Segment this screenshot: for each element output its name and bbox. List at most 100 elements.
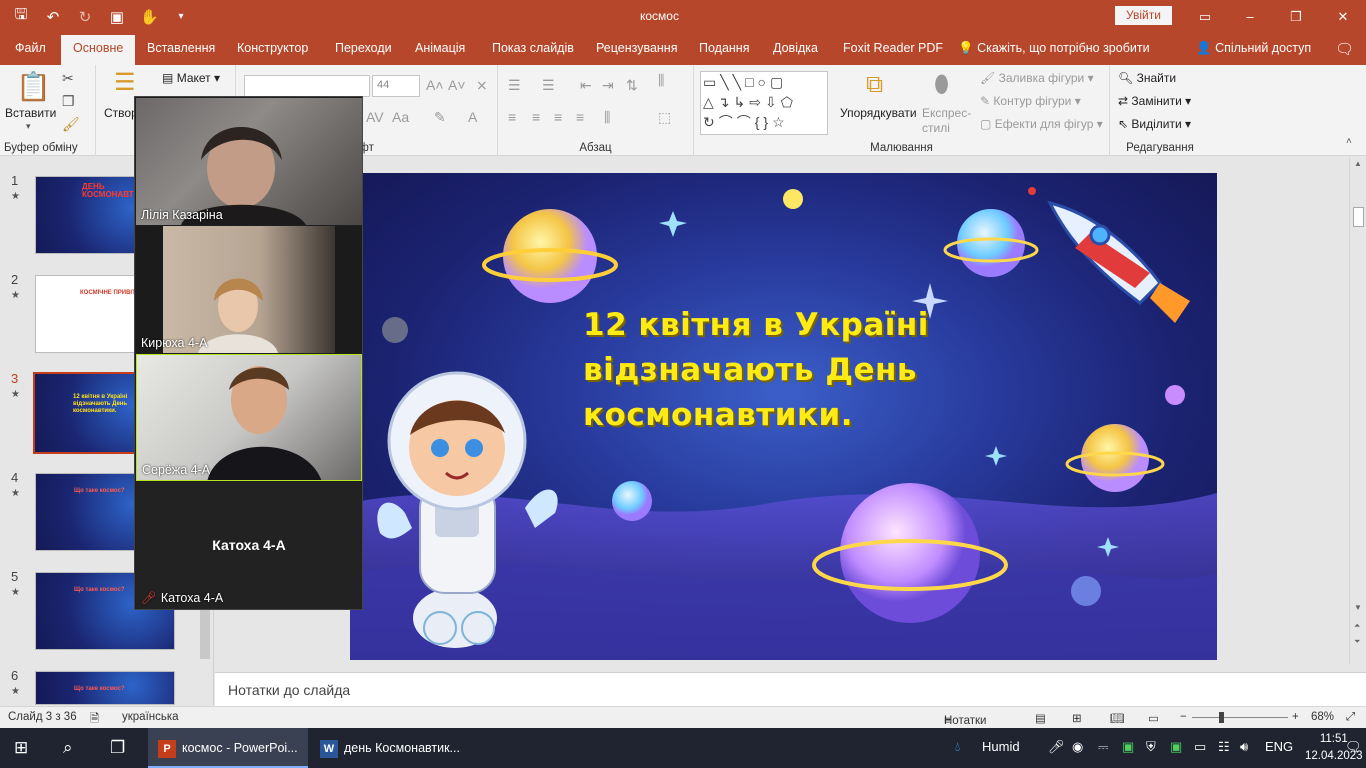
- columns-split-icon[interactable]: ⫼: [604, 110, 610, 124]
- search-icon[interactable]: ⌕: [63, 738, 73, 758]
- line-spacing-icon[interactable]: ⇅: [626, 78, 638, 92]
- windows-start-icon[interactable]: ⊞: [14, 738, 28, 758]
- paste-icon[interactable]: 📋: [16, 73, 51, 101]
- usb-icon[interactable]: ⎓: [1098, 739, 1108, 755]
- collapse-ribbon-icon[interactable]: ˄: [1346, 137, 1352, 147]
- shape-fill-button[interactable]: 🖌 Заливка фігури ▾: [980, 71, 1094, 85]
- format-painter-icon[interactable]: 🖌: [62, 117, 80, 131]
- touch-mode-icon[interactable]: ✋: [140, 8, 159, 26]
- new-slide-button[interactable]: Створити слайд: [104, 106, 138, 120]
- video-tile[interactable]: Кирюха 4-А: [136, 226, 362, 353]
- columns-icon[interactable]: ⫼: [658, 73, 664, 87]
- video-tile-camera-off[interactable]: Катоха 4-А 🎤︎ Катоха 4-А: [136, 482, 362, 609]
- notifications-icon[interactable]: 🗨: [1345, 739, 1362, 755]
- taskbar-app-word[interactable]: Wдень Космонавтик...: [310, 728, 470, 768]
- tab-review[interactable]: Рецензування: [596, 41, 677, 55]
- cut-icon[interactable]: ✂: [62, 71, 74, 85]
- quick-styles-button[interactable]: Експрес-стилі: [922, 106, 974, 136]
- previous-slide-icon[interactable]: ⏶: [1354, 621, 1360, 631]
- decrease-indent-icon[interactable]: ⇤: [580, 78, 592, 92]
- network-icon[interactable]: ☷: [1218, 739, 1230, 755]
- editor-scrollbar[interactable]: ▲ ▼ ⏶ ⏷: [1349, 157, 1366, 664]
- zoom-level[interactable]: 68%: [1311, 711, 1334, 723]
- zoom-in-icon[interactable]: +: [1292, 711, 1299, 723]
- security-icon[interactable]: ⛨: [1146, 739, 1156, 755]
- shapes-gallery[interactable]: ▭╲╲□○▢ △↴↳⇨⇩⬠ ↻⌒⌒{}☆: [700, 71, 828, 135]
- highlight-icon[interactable]: ✎: [434, 110, 446, 124]
- align-left-icon[interactable]: ≡: [508, 110, 516, 124]
- quick-styles-icon[interactable]: ⬮: [934, 73, 949, 97]
- notes-pane[interactable]: Нотатки до слайда: [215, 672, 1366, 706]
- tab-file[interactable]: Файл: [15, 41, 46, 55]
- arrange-button[interactable]: Упорядкувати: [840, 106, 917, 120]
- video-tile-speaking[interactable]: Серёжа 4-А: [136, 354, 362, 481]
- weather-icon[interactable]: 💧︎: [955, 739, 960, 755]
- next-slide-icon[interactable]: ⏷: [1354, 637, 1360, 647]
- close-icon[interactable]: ✕: [1320, 0, 1366, 33]
- battery-icon[interactable]: ▭: [1194, 739, 1206, 755]
- font-size-input[interactable]: 44: [372, 75, 420, 97]
- tab-insert[interactable]: Вставлення: [147, 41, 215, 55]
- change-case-icon[interactable]: Aa: [392, 110, 409, 124]
- zoom-out-icon[interactable]: −: [1180, 711, 1187, 723]
- microphone-icon[interactable]: 🎤︎: [1048, 739, 1065, 755]
- spacing-icon[interactable]: AV: [366, 110, 384, 124]
- redo-icon[interactable]: ↻: [76, 8, 94, 26]
- scroll-down-icon[interactable]: ▼: [1354, 603, 1362, 612]
- find-button[interactable]: 🔍︎ Знайти: [1118, 71, 1176, 85]
- restore-icon[interactable]: ❐: [1273, 0, 1319, 33]
- zoom-tray-icon[interactable]: ◉: [1072, 739, 1083, 755]
- font-family-input[interactable]: [244, 75, 370, 97]
- align-center-icon[interactable]: ≡: [532, 110, 540, 124]
- slideshow-view-icon[interactable]: ▭: [1148, 711, 1159, 725]
- task-view-icon[interactable]: ❐: [110, 738, 125, 758]
- taskbar-app-powerpoint[interactable]: Pкосмос - PowerPoi...: [148, 728, 308, 768]
- tab-design[interactable]: Конструктор: [237, 41, 308, 55]
- minimize-icon[interactable]: –: [1227, 0, 1273, 33]
- justify-icon[interactable]: ≡: [576, 110, 584, 124]
- zoom-slider-thumb[interactable]: [1219, 712, 1224, 723]
- undo-icon[interactable]: ↶: [44, 8, 62, 26]
- language-indicator[interactable]: українська: [122, 711, 179, 723]
- video-tile[interactable]: Лілія Казаріна: [136, 98, 362, 225]
- shape-outline-button[interactable]: ✎ Контур фігури ▾: [980, 94, 1081, 108]
- increase-indent-icon[interactable]: ⇥: [602, 78, 614, 92]
- paste-button[interactable]: Вставити: [5, 106, 56, 120]
- chevron-down-icon[interactable]: ▾: [172, 11, 190, 22]
- slide-sorter-icon[interactable]: ⊞: [1072, 711, 1082, 725]
- tab-slideshow[interactable]: Показ слайдів: [492, 41, 574, 55]
- layout-button[interactable]: ▤ Макет ▾: [162, 71, 220, 85]
- clear-format-icon[interactable]: ⨯: [476, 78, 488, 92]
- decrease-font-icon[interactable]: A˅: [448, 78, 466, 92]
- new-slide-icon[interactable]: ☰: [114, 71, 136, 95]
- reading-view-icon[interactable]: 📖︎: [1110, 711, 1125, 725]
- slide-canvas[interactable]: 12 квітня в Україні відзначають День кос…: [350, 173, 1217, 660]
- tab-animations[interactable]: Анімація: [415, 41, 465, 55]
- copy-icon[interactable]: ❐: [62, 94, 75, 108]
- select-button[interactable]: ⇖ Виділити ▾: [1118, 117, 1191, 131]
- ribbon-display-options-icon[interactable]: ▭: [1182, 0, 1228, 33]
- save-icon[interactable]: 🖫: [12, 4, 30, 29]
- slide-title[interactable]: 12 квітня в Україні відзначають День кос…: [583, 303, 963, 438]
- increase-font-icon[interactable]: A˄: [426, 78, 444, 92]
- font-color-icon[interactable]: A: [468, 110, 477, 124]
- comments-icon[interactable]: 🗨: [1335, 40, 1354, 58]
- slide-thumbnail[interactable]: Що таке космос?: [35, 671, 175, 705]
- align-right-icon[interactable]: ≡: [554, 110, 562, 124]
- arrange-icon[interactable]: ⧉: [866, 73, 883, 97]
- scrollbar-thumb[interactable]: [1353, 207, 1364, 227]
- tab-view[interactable]: Подання: [699, 41, 749, 55]
- scroll-up-icon[interactable]: ▲: [1354, 159, 1362, 168]
- volume-icon[interactable]: 🔊︎: [1240, 739, 1248, 755]
- chevron-down-icon[interactable]: ▾: [26, 122, 31, 131]
- share-button[interactable]: 👤 Спільний доступ: [1196, 41, 1311, 56]
- normal-view-icon[interactable]: ▤: [1035, 711, 1046, 725]
- sign-in-button[interactable]: Увійти: [1115, 6, 1172, 25]
- smartart-icon[interactable]: ⬚: [658, 110, 671, 124]
- tab-transitions[interactable]: Переходи: [335, 41, 392, 55]
- tray-app-icon[interactable]: ▣: [1170, 739, 1182, 755]
- tab-home[interactable]: Основне: [61, 35, 136, 65]
- input-language[interactable]: ENG: [1265, 739, 1293, 754]
- shape-effects-button[interactable]: ▢ Ефекти для фігур ▾: [980, 117, 1103, 131]
- present-icon[interactable]: ▣: [108, 8, 126, 26]
